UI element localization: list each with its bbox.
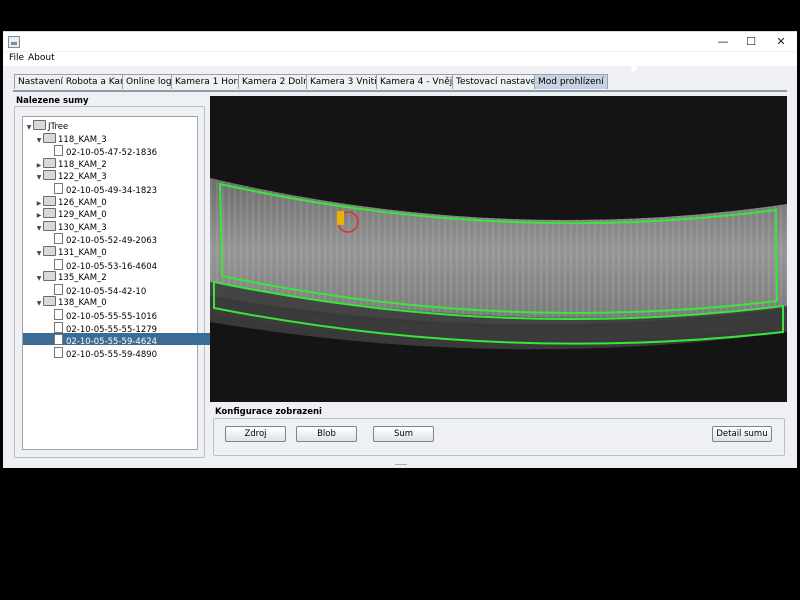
file-icon	[54, 233, 63, 245]
file-icon	[54, 321, 63, 333]
tree-node-label: 129_KAM_0	[58, 210, 107, 221]
tree-file-node[interactable]: 02-10-05-49-34-1823	[23, 182, 157, 196]
tab-underline	[13, 90, 787, 92]
tree-folder-node[interactable]: ▶ 118_KAM_2	[23, 157, 107, 170]
tree-folder-node[interactable]: ▼ 138_KAM_0	[23, 295, 107, 309]
folder-icon	[43, 195, 56, 206]
file-icon	[54, 309, 63, 320]
folder-icon	[43, 246, 56, 256]
folder-icon	[43, 157, 56, 168]
tree-node-label: 131_KAM_0	[58, 248, 107, 258]
folder-icon	[43, 220, 56, 231]
tab-mod-prohlizeni[interactable]: Mod prohlízení	[534, 74, 608, 89]
close-button[interactable]: ✕	[766, 32, 796, 51]
detail-sumu-button[interactable]: Detail sumu	[712, 426, 772, 442]
java-app-icon	[8, 36, 20, 48]
defect-marker-blob	[337, 211, 344, 225]
zdroj-button[interactable]: Zdroj	[225, 426, 286, 442]
tree-node-label: 138_KAM_0	[58, 298, 107, 309]
tree-file-node[interactable]: 02-10-05-55-55-1279	[23, 321, 157, 335]
tree-file-node[interactable]: 02-10-05-55-55-1016	[23, 308, 157, 322]
config-panel-title: Konfigurace zobrazeni	[215, 407, 322, 417]
folder-icon	[33, 120, 46, 130]
blob-button[interactable]: Blob	[296, 426, 357, 442]
tree-folder-node[interactable]: ▼ 118_KAM_3	[23, 132, 107, 145]
tree-node-label: 126_KAM_0	[58, 197, 107, 208]
tree-node-label: JTree	[48, 122, 69, 132]
tree-node-label: 122_KAM_3	[58, 172, 107, 183]
camera-image	[210, 96, 787, 402]
tree-file-node[interactable]: 02-10-05-55-59-4890	[23, 346, 158, 360]
file-icon	[54, 283, 63, 295]
tab-online-log[interactable]: Online log	[122, 74, 176, 89]
file-icon	[54, 145, 63, 157]
tree-node-label: 02-10-05-55-59-4890	[66, 349, 158, 360]
tree-file-node[interactable]: 02-10-05-53-16-4604	[23, 258, 157, 272]
application-window: — ☐ ✕ File About Nastavení Robota a Kame…	[3, 31, 797, 468]
image-viewer[interactable]	[210, 96, 787, 402]
tree-node-label: 118_KAM_3	[58, 134, 107, 145]
folder-icon	[43, 132, 56, 143]
tree-node-label: 118_KAM_2	[58, 159, 107, 170]
tree-file-node[interactable]: 02-10-05-54-42-10	[23, 283, 146, 297]
menu-file[interactable]: File	[9, 53, 24, 63]
sum-tree[interactable]: ▼ JTree ▼ 118_KAM_3 02-10-05-47-52-1836 ▶ 118_…	[22, 116, 226, 450]
minimize-button[interactable]: —	[708, 32, 738, 51]
tree-folder-node[interactable]: ▼ 131_KAM_0	[23, 245, 107, 258]
folder-icon	[43, 208, 56, 219]
tree-file-node[interactable]: 02-10-05-47-52-1836	[23, 144, 157, 158]
tree-folder-node[interactable]: ▼ JTree	[23, 119, 69, 132]
tree-file-node[interactable]: 02-10-05-55-59-4624	[23, 333, 226, 347]
menu-about[interactable]: About	[28, 53, 55, 63]
tree-node-label: 130_KAM_3	[58, 222, 107, 233]
tab-kamera-2[interactable]: Kamera 2 Dolní	[238, 74, 316, 89]
tree-panel-title: Nalezene sumy	[16, 96, 89, 106]
tree-folder-node[interactable]: ▼ 135_KAM_2	[23, 270, 107, 284]
file-icon	[54, 183, 63, 194]
file-icon	[54, 334, 63, 346]
folder-icon	[43, 170, 56, 181]
tree-folder-node[interactable]: ▶ 129_KAM_0	[23, 207, 107, 221]
folder-icon	[43, 296, 56, 307]
tab-kamera-4[interactable]: Kamera 4 - Vnější	[376, 74, 464, 89]
menu-bar: File About	[3, 52, 797, 66]
title-bar: — ☐ ✕	[3, 32, 797, 51]
tree-folder-node[interactable]: ▼ 130_KAM_3	[23, 220, 107, 233]
sum-button[interactable]: Sum	[373, 426, 434, 442]
maximize-button[interactable]: ☐	[736, 32, 766, 51]
split-resize-handle[interactable]	[395, 464, 407, 469]
file-icon	[54, 346, 63, 358]
tree-node-label: 135_KAM_2	[58, 273, 107, 284]
tree-file-node[interactable]: 02-10-05-52-49-2063	[23, 232, 157, 246]
file-icon	[54, 258, 63, 270]
folder-icon	[43, 271, 56, 282]
tree-folder-node[interactable]: ▼ 122_KAM_3	[23, 169, 107, 183]
tree-folder-node[interactable]: ▶ 126_KAM_0	[23, 195, 107, 208]
